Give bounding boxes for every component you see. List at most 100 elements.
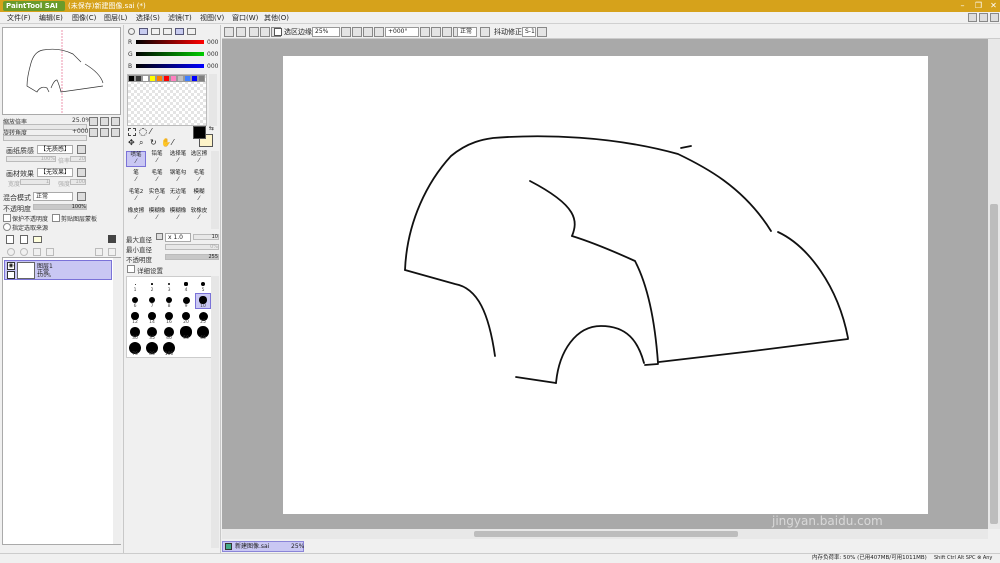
- color-wheel-icon[interactable]: [128, 28, 135, 35]
- color-swatch[interactable]: [184, 75, 191, 82]
- b-slider[interactable]: [136, 64, 204, 68]
- doc-minimize-icon[interactable]: [968, 13, 977, 22]
- drawing-canvas[interactable]: [283, 56, 928, 514]
- effect-dropdown[interactable]: 【无效果】: [37, 168, 73, 177]
- menu-file[interactable]: 文件(F): [7, 12, 31, 24]
- zoom-fit-button[interactable]: [374, 27, 384, 37]
- document-tab[interactable]: 新建图像.sai 25%: [222, 541, 304, 552]
- color-swatch[interactable]: [149, 75, 156, 82]
- layer-opacity-slider[interactable]: 100%: [33, 204, 87, 210]
- stabilizer-dropdown-button[interactable]: [537, 27, 547, 37]
- zoom-tool-icon[interactable]: ⌕: [139, 139, 143, 147]
- zoom-reset-button[interactable]: [111, 117, 120, 126]
- zoom-in-button[interactable]: [100, 117, 109, 126]
- zoom-minus-button[interactable]: [352, 27, 362, 37]
- rotate-reset-button[interactable]: [111, 128, 120, 137]
- brush-size-dot[interactable]: [131, 312, 139, 320]
- swap-colors-icon[interactable]: ⇆: [209, 126, 214, 132]
- menu-other[interactable]: 其他(O): [264, 12, 289, 24]
- brush-size-dot[interactable]: [151, 283, 153, 285]
- color-swatch[interactable]: [170, 75, 177, 82]
- rotate-slider[interactable]: [3, 135, 87, 141]
- transfer-down-icon[interactable]: [20, 248, 28, 256]
- detail-settings-checkbox[interactable]: [127, 265, 135, 273]
- tool-button[interactable]: 选区擦 ⁄: [189, 151, 209, 167]
- deselect-button[interactable]: [249, 27, 259, 37]
- flip-button[interactable]: [480, 27, 490, 37]
- blend-mode-dropdown[interactable]: 正常: [33, 192, 73, 201]
- navigator-preview[interactable]: [2, 27, 121, 115]
- paper-texture-dropdown[interactable]: 【无质感】: [37, 145, 73, 154]
- g-slider[interactable]: [136, 52, 204, 56]
- tool-button[interactable]: 模糊 ⁄: [189, 189, 209, 205]
- new-vector-layer-icon[interactable]: [20, 235, 28, 244]
- rotate-left-button[interactable]: [89, 128, 98, 137]
- view-selection-button[interactable]: [236, 27, 246, 37]
- rect-select-icon[interactable]: [128, 128, 136, 136]
- apply-mask-icon[interactable]: [108, 248, 116, 256]
- angle-box[interactable]: +000°: [385, 27, 419, 37]
- zoom-out-button[interactable]: [89, 117, 98, 126]
- brush-size-dot[interactable]: [148, 296, 156, 304]
- minimize-icon[interactable]: –: [956, 1, 969, 11]
- layer-scrollbar[interactable]: [113, 258, 121, 544]
- brush-size-dot[interactable]: [201, 282, 205, 286]
- tool-button[interactable]: 笔 ⁄: [126, 170, 146, 186]
- blend-mode-button[interactable]: [77, 192, 86, 201]
- brush-size-dot[interactable]: [165, 312, 173, 320]
- tool-button[interactable]: 铅笔 ⁄: [147, 151, 167, 167]
- brush-opacity-slider[interactable]: 255: [165, 254, 219, 260]
- brush-size-dot[interactable]: [182, 296, 190, 304]
- color-swatch[interactable]: [198, 75, 205, 82]
- tool-button[interactable]: 无边笔 ⁄: [168, 189, 188, 205]
- swatch-palette[interactable]: [127, 74, 207, 126]
- delete-layer-icon[interactable]: [108, 235, 116, 243]
- menu-select[interactable]: 选择(S): [136, 12, 160, 24]
- protect-opacity-checkbox[interactable]: [3, 214, 11, 222]
- tool-button[interactable]: 钢笔勾 ⁄: [168, 170, 188, 186]
- min-size-slider[interactable]: 0%: [165, 244, 219, 250]
- menu-filter[interactable]: 滤镜(T): [168, 12, 192, 24]
- tool-button[interactable]: 喷笔 ⁄: [126, 151, 146, 167]
- layer-mask-icon[interactable]: [95, 248, 103, 256]
- eye-icon[interactable]: ◉: [7, 262, 15, 270]
- angle-dropdown-button[interactable]: [420, 27, 430, 37]
- menu-edit[interactable]: 编辑(E): [39, 12, 63, 24]
- close-icon[interactable]: ✕: [987, 1, 1000, 11]
- invert-select-button[interactable]: [260, 27, 270, 37]
- brush-size-dot[interactable]: [181, 311, 191, 321]
- doc-close-icon[interactable]: [990, 13, 999, 22]
- hsv-slider-icon[interactable]: [151, 28, 160, 35]
- move-icon[interactable]: ✥: [128, 139, 135, 147]
- rotate-ccw-button[interactable]: [431, 27, 441, 37]
- size-lock-button[interactable]: [156, 233, 163, 240]
- max-size-slider[interactable]: 10: [193, 234, 219, 240]
- canvas-area[interactable]: Bai du 经验 jingyan.baidu.com: [222, 39, 988, 529]
- tool-button[interactable]: 橡皮擦 ⁄: [126, 208, 146, 224]
- tool-button[interactable]: 实色笔 ⁄: [147, 189, 167, 205]
- color-swatch[interactable]: [191, 75, 198, 82]
- doc-restore-icon[interactable]: [979, 13, 988, 22]
- color-swatch[interactable]: [177, 75, 184, 82]
- rotate-cw-button[interactable]: [442, 27, 452, 37]
- zoom-plus-button[interactable]: [363, 27, 373, 37]
- new-folder-icon[interactable]: [33, 236, 42, 243]
- size-scrollbar[interactable]: [211, 276, 219, 548]
- merge-down-icon[interactable]: [7, 248, 15, 256]
- pen-icon[interactable]: [7, 271, 15, 279]
- merge-visible-icon[interactable]: [46, 248, 54, 256]
- view-normal-button[interactable]: [224, 27, 234, 37]
- flip-mode-box[interactable]: 正常: [457, 27, 477, 37]
- zoom-dropdown-button[interactable]: [341, 27, 351, 37]
- paper-texture-button[interactable]: [77, 145, 86, 154]
- selection-source-radio[interactable]: [3, 223, 11, 231]
- brush-size-dot[interactable]: [131, 296, 139, 304]
- magic-wand-icon[interactable]: ⁄: [150, 128, 151, 136]
- brush-size-dot[interactable]: [199, 296, 207, 304]
- rotate-right-button[interactable]: [100, 128, 109, 137]
- layer-item[interactable]: ◉ 图层1 正常 100%: [4, 260, 112, 280]
- scratchpad-icon[interactable]: [187, 28, 196, 35]
- effect-button[interactable]: [77, 168, 86, 177]
- eyedropper-icon[interactable]: ⁄: [172, 139, 173, 147]
- brush-size-dot[interactable]: [134, 283, 136, 285]
